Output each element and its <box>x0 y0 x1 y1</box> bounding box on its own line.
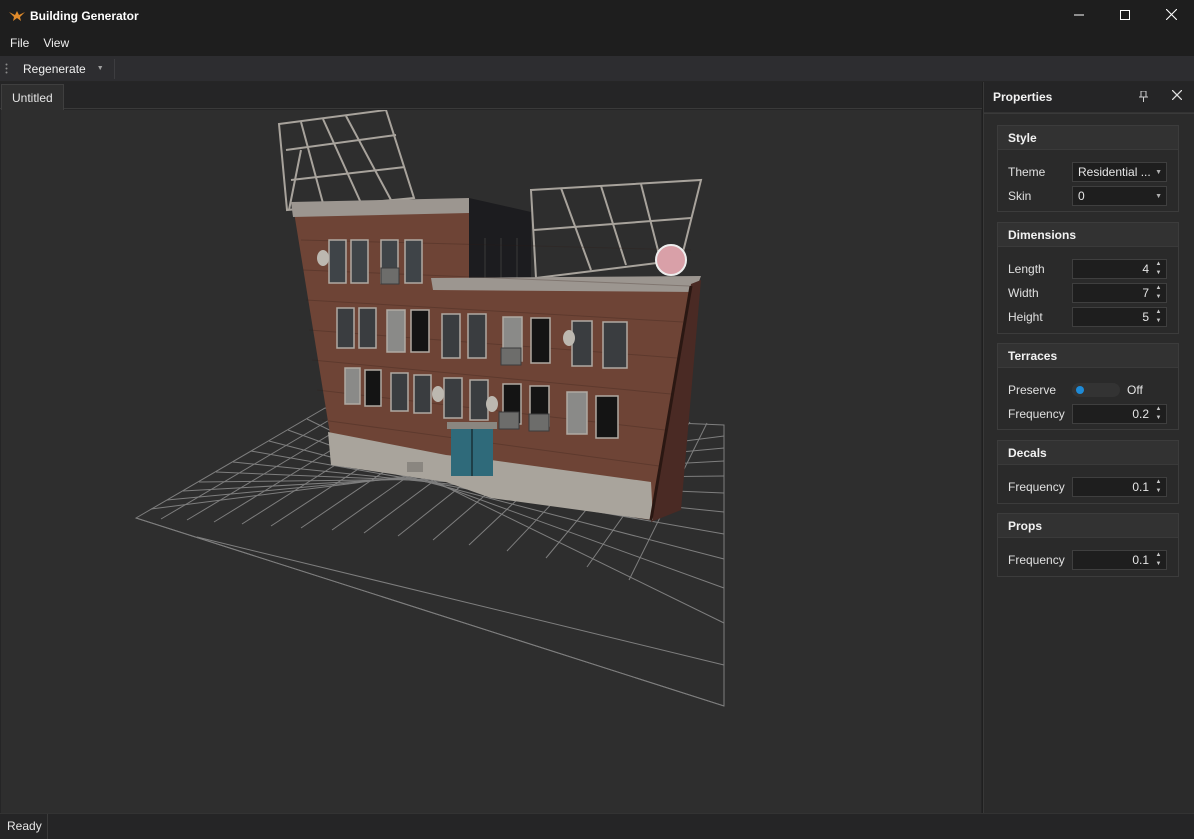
row-height: Height 5 ▲ ▼ <box>998 307 1178 327</box>
menu-file[interactable]: File <box>3 31 36 56</box>
props-frequency-label: Frequency <box>1008 553 1065 567</box>
window-controls <box>1056 0 1194 31</box>
regenerate-split-button[interactable]: Regenerate ▼ <box>12 58 110 80</box>
properties-title: Properties <box>993 90 1053 104</box>
props-frequency-value: 0.1 <box>1132 553 1149 567</box>
terrace-frequency-value: 0.2 <box>1132 407 1149 421</box>
terrace-frequency-stepper[interactable]: 0.2 ▲ ▼ <box>1072 404 1167 424</box>
tab-untitled[interactable]: Untitled <box>1 84 64 110</box>
decal-frequency-stepper[interactable]: 0.1 ▲ ▼ <box>1072 477 1167 497</box>
maximize-icon <box>1120 9 1130 23</box>
group-header-decals: Decals <box>998 441 1178 465</box>
preserve-label: Preserve <box>1008 383 1057 397</box>
roof-block <box>466 198 531 280</box>
close-panel-icon[interactable] <box>1171 88 1183 104</box>
terrace-frequency-label: Frequency <box>1008 407 1065 421</box>
group-decals: Decals Frequency 0.1 ▲ ▼ <box>997 440 1179 504</box>
document-area: Untitled <box>0 82 982 813</box>
skin-value: 0 <box>1078 189 1085 203</box>
preserve-toggle[interactable]: Off <box>1072 380 1167 400</box>
properties-body: Style Theme Residential ... ▼ Skin 0 ▼ D… <box>984 113 1194 813</box>
length-label: Length <box>1008 262 1045 276</box>
minimize-button[interactable] <box>1056 0 1102 31</box>
close-window-button[interactable] <box>1148 0 1194 31</box>
basement-vent <box>407 462 423 472</box>
width-label: Width <box>1008 286 1039 300</box>
spinner-arrows-icon[interactable]: ▲ ▼ <box>1154 261 1163 277</box>
toolbar-grip-icon[interactable] <box>0 56 12 82</box>
spinner-arrows-icon[interactable]: ▲ ▼ <box>1154 479 1163 495</box>
properties-header: Properties <box>984 82 1194 113</box>
spinner-arrows-icon[interactable]: ▲ ▼ <box>1154 285 1163 301</box>
height-value: 5 <box>1142 310 1149 324</box>
theme-label: Theme <box>1008 165 1046 179</box>
decal-frequency-label: Frequency <box>1008 480 1065 494</box>
pin-icon[interactable] <box>1139 90 1148 105</box>
group-props: Props Frequency 0.1 ▲ ▼ <box>997 513 1179 577</box>
width-value: 7 <box>1142 286 1149 300</box>
3d-viewport[interactable] <box>1 110 981 813</box>
decal-frequency-value: 0.1 <box>1132 480 1149 494</box>
preserve-state: Off <box>1127 383 1143 397</box>
props-frequency-stepper[interactable]: 0.1 ▲ ▼ <box>1072 550 1167 570</box>
group-header-style: Style <box>998 126 1178 150</box>
chevron-down-icon[interactable]: ▼ <box>97 65 104 72</box>
entrance-door <box>447 422 497 476</box>
toggle-track <box>1072 383 1120 397</box>
regenerate-label: Regenerate <box>23 61 86 76</box>
height-label: Height <box>1008 310 1043 324</box>
row-theme: Theme Residential ... ▼ <box>998 162 1178 182</box>
chevron-down-icon: ▼ <box>1155 169 1162 176</box>
document-tab-strip: Untitled <box>0 82 982 110</box>
group-header-dimensions: Dimensions <box>998 223 1178 247</box>
properties-panel: Properties Style Theme Residential ... ▼… <box>983 82 1194 813</box>
spinner-arrows-icon[interactable]: ▲ ▼ <box>1154 406 1163 422</box>
menu-view[interactable]: View <box>36 31 76 56</box>
row-terrace-frequency: Frequency 0.2 ▲ ▼ <box>998 404 1178 424</box>
row-skin: Skin 0 ▼ <box>998 186 1178 206</box>
theme-value: Residential ... <box>1078 165 1151 179</box>
spinner-arrows-icon[interactable]: ▲ ▼ <box>1154 552 1163 568</box>
spinner-arrows-icon[interactable]: ▲ ▼ <box>1154 309 1163 325</box>
group-style: Style Theme Residential ... ▼ Skin 0 ▼ <box>997 125 1179 212</box>
close-icon <box>1165 8 1177 23</box>
title-bar: Building Generator <box>0 0 1194 31</box>
menu-bar: File View <box>0 31 1194 56</box>
row-decal-frequency: Frequency 0.1 ▲ ▼ <box>998 477 1178 497</box>
toolbar: Regenerate ▼ <box>0 56 1194 82</box>
length-stepper[interactable]: 4 ▲ ▼ <box>1072 259 1167 279</box>
row-length: Length 4 ▲ ▼ <box>998 259 1178 279</box>
toolbar-separator <box>113 58 115 79</box>
row-width: Width 7 ▲ ▼ <box>998 283 1178 303</box>
group-dimensions: Dimensions Length 4 ▲ ▼ Width 7 ▲ ▼ Height… <box>997 222 1179 334</box>
length-value: 4 <box>1142 262 1149 276</box>
row-props-frequency: Frequency 0.1 ▲ ▼ <box>998 550 1178 570</box>
skin-select[interactable]: 0 ▼ <box>1072 186 1167 206</box>
group-header-terraces: Terraces <box>998 344 1178 368</box>
building-scene <box>134 110 725 707</box>
row-preserve: Preserve Off <box>998 380 1178 400</box>
minimize-icon <box>1074 9 1084 23</box>
building-generator-logo-icon <box>9 8 25 24</box>
window-title: Building Generator <box>30 8 139 23</box>
group-terraces: Terraces Preserve Off Frequency 0.2 ▲ ▼ <box>997 343 1179 430</box>
rooftop-frame-left <box>277 110 416 212</box>
skin-label: Skin <box>1008 189 1032 203</box>
height-stepper[interactable]: 5 ▲ ▼ <box>1072 307 1167 327</box>
width-stepper[interactable]: 7 ▲ ▼ <box>1072 283 1167 303</box>
status-bar: Ready <box>0 813 1194 839</box>
chevron-down-icon: ▼ <box>1155 193 1162 200</box>
status-text: Ready <box>0 813 48 839</box>
toggle-knob <box>1076 386 1084 394</box>
group-header-props: Props <box>998 514 1178 538</box>
theme-select[interactable]: Residential ... ▼ <box>1072 162 1167 182</box>
maximize-button[interactable] <box>1102 0 1148 31</box>
